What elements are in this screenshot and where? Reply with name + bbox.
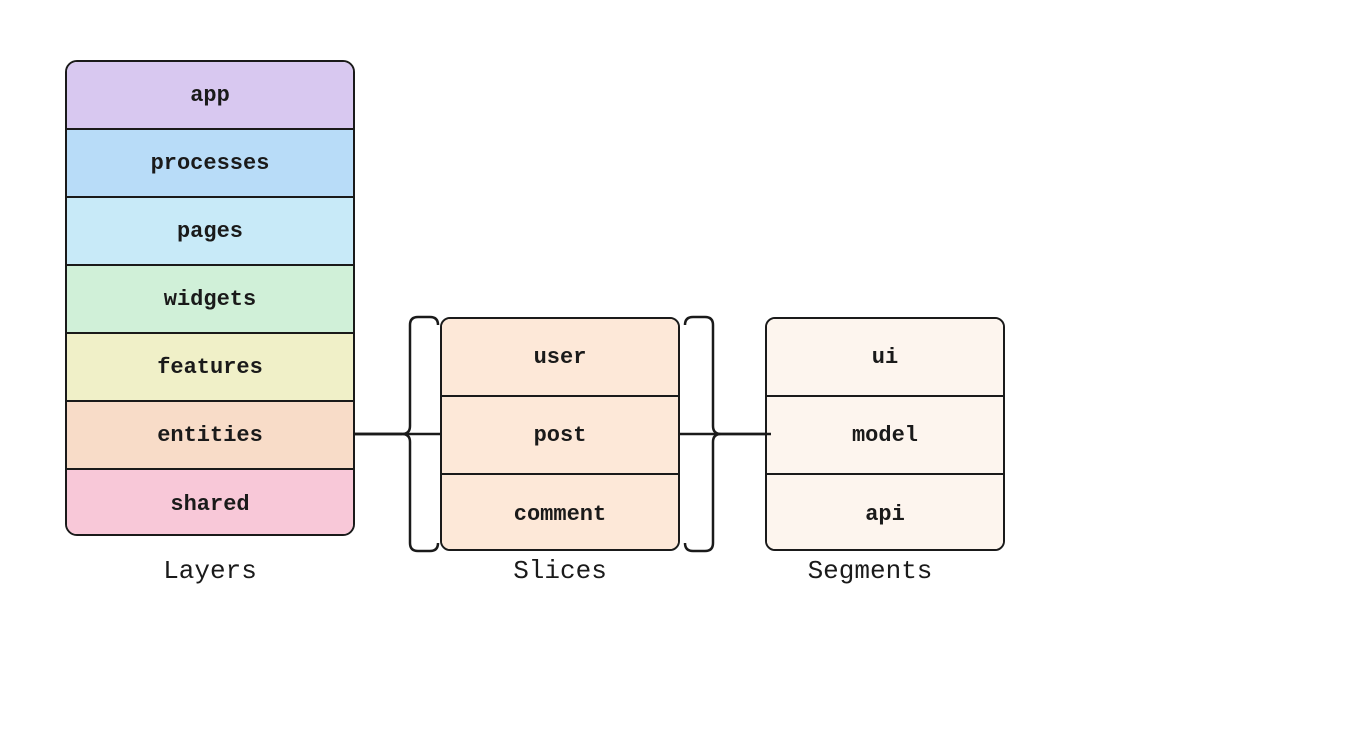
layer-app: app (67, 62, 353, 130)
segments-label: Segments (735, 556, 1005, 586)
slice-comment: comment (442, 475, 678, 551)
slice-post: post (442, 397, 678, 475)
layer-entities: entities (67, 402, 353, 470)
segment-model: model (767, 397, 1003, 475)
layer-shared: shared (67, 470, 353, 536)
segment-ui: ui (767, 319, 1003, 397)
segment-api: api (767, 475, 1003, 551)
layer-widgets: widgets (67, 266, 353, 334)
layer-processes: processes (67, 130, 353, 198)
layers-label: Layers (65, 556, 355, 586)
slice-user: user (442, 319, 678, 397)
layer-features: features (67, 334, 353, 402)
slices-label: Slices (410, 556, 710, 586)
layer-pages: pages (67, 198, 353, 266)
